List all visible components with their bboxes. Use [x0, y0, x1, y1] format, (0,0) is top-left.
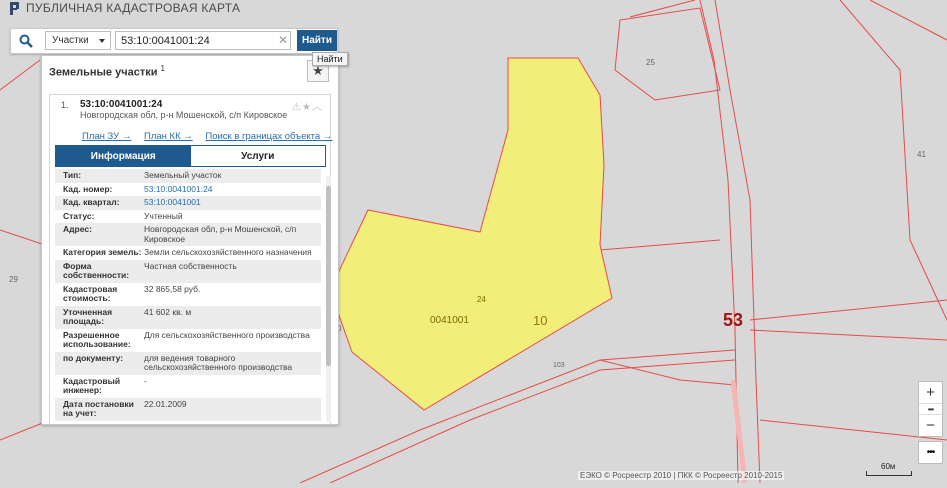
search-input[interactable]	[115, 31, 291, 50]
attribute-row: Статус: Учтенный	[55, 209, 321, 223]
tab-services[interactable]: Услуги	[190, 146, 325, 166]
scrollbar-thumb[interactable]	[326, 186, 331, 366]
attribute-table: Тип: Земельный участок Кад. номер: 53:10:00…	[55, 169, 321, 421]
results-count: 1	[160, 64, 165, 73]
zoom-slider-dots[interactable]: •••	[919, 404, 942, 415]
attribute-value: Частная собственность	[144, 260, 237, 271]
attribute-value: Для сельскохозяйственного производства	[144, 329, 310, 340]
result-index: 1.	[61, 100, 69, 110]
chevron-down-icon	[99, 39, 105, 43]
find-button[interactable]: Найти	[297, 30, 337, 51]
plan-kk-link[interactable]: План КК →	[144, 131, 193, 142]
results-heading-text: Земельные участки	[49, 66, 158, 79]
warning-icon[interactable]: ⚠	[292, 102, 302, 113]
attribute-key: Дата постановки на учет:	[63, 398, 134, 418]
attribute-row: Тип: Земельный участок	[55, 169, 321, 183]
search-icon[interactable]	[11, 29, 41, 53]
attribute-value: Новгородская обл, р-н Мошенской, с/п Кир…	[144, 224, 297, 244]
attribute-key: Кадастровый инженер:	[63, 375, 121, 395]
attribute-key: Статус:	[63, 210, 95, 221]
panel-scrollbar[interactable]	[326, 176, 331, 422]
attribute-value[interactable]: 53:10:0041001	[144, 197, 321, 208]
object-type-select[interactable]: Участки	[45, 31, 111, 50]
attribute-key: по документу:	[63, 352, 124, 363]
parcel-number-label: 24	[477, 295, 486, 304]
star-icon[interactable]: ★	[302, 102, 312, 113]
attribute-row: Кадастровая стоимость: 32 865,58 руб.	[55, 282, 321, 306]
attribute-value: для ведения товарного сельскохозяйственн…	[144, 352, 293, 372]
result-card: 1. 53:10:0041001:24 Новгородская обл, р-…	[49, 94, 332, 424]
more-tools-button[interactable]: •••	[918, 441, 943, 464]
road-label: 103	[553, 362, 565, 369]
attribute-key: Кад. номер:	[63, 183, 113, 194]
map-label-25: 25	[646, 58, 655, 67]
attribute-row: Кадастровый инженер: -	[55, 374, 321, 398]
attribute-value: Земельный участок	[144, 170, 222, 180]
attribute-value: 22.01.2009	[144, 398, 187, 409]
attribute-row: Кад. номер: 53:10:0041001:24	[55, 182, 321, 196]
district-label: 53	[723, 310, 743, 330]
parcel-big-label: 10	[533, 313, 547, 328]
zoom-control: + ••• −	[918, 381, 943, 437]
search-bar: Участки ✕ Найти	[10, 28, 338, 54]
attribute-value: -	[144, 375, 147, 386]
results-panel: Земельные участки 1 ★ 1. 53:10:0041001:2…	[41, 55, 339, 425]
map-label-41: 41	[917, 150, 926, 159]
attribute-row: Кад. квартал: 53:10:0041001	[55, 196, 321, 210]
info-tabs: Информация Услуги	[55, 145, 326, 167]
attribute-value: Земли сельскохозяйственного назначения	[144, 247, 312, 257]
card-actions: ⚠★︿	[292, 98, 323, 113]
attribute-key: Категория земель:	[63, 247, 142, 257]
result-address: Новгородская обл, р-н Мошенской, с/п Кир…	[80, 110, 288, 120]
collapse-icon[interactable]: ︿	[312, 102, 323, 113]
attribute-row: Категория земель: Земли сельскохозяйствен…	[55, 246, 321, 260]
attribute-value[interactable]: 53:10:0041001:24	[144, 184, 321, 195]
zoom-in-button[interactable]: +	[919, 382, 942, 404]
plan-zu-link[interactable]: План ЗУ →	[82, 131, 131, 142]
tab-information[interactable]: Информация	[56, 146, 191, 166]
logo-icon	[10, 2, 19, 15]
results-heading: Земельные участки 1	[49, 64, 165, 79]
attribute-row: Уточненная площадь: 41 602 кв. м	[55, 305, 321, 329]
clear-icon[interactable]: ✕	[278, 33, 288, 47]
attribute-row: Адрес: Новгородская обл, р-н Мошенской, с…	[55, 223, 321, 246]
attribute-key: Уточненная площадь:	[63, 306, 113, 326]
parcel-quarter-label: 0041001	[430, 315, 469, 326]
search-in-bounds-link[interactable]: Поиск в границах объекта →	[205, 131, 332, 142]
attribute-value: 41 602 кв. м	[144, 306, 192, 317]
attribute-row: по документу: для ведения товарного сельс…	[55, 351, 321, 375]
app-title: ПУБЛИЧНАЯ КАДАСТРОВАЯ КАРТА	[26, 1, 241, 15]
map-attribution: ЕЭКО © Росреестр 2010 | ПКК © Росреестр …	[578, 471, 785, 480]
attribute-key: Кад. квартал:	[63, 197, 120, 207]
attribute-key: Форма собственности:	[63, 260, 130, 280]
scale-label: 60м	[881, 462, 896, 471]
result-links: План ЗУ → План КК → Поиск в границах объ…	[82, 131, 338, 142]
attribute-key: Тип:	[63, 170, 82, 180]
map-label-29: 29	[9, 275, 18, 284]
attribute-value: 32 865,58 руб.	[144, 283, 201, 294]
zoom-out-button[interactable]: −	[919, 415, 942, 436]
attribute-row: Форма собственности: Частная собственност…	[55, 259, 321, 283]
attribute-row: Разрешенное использование: Для сельскохоз…	[55, 328, 321, 352]
attribute-key: Разрешенное использование:	[63, 329, 131, 349]
attribute-value: Учтенный	[144, 210, 183, 221]
result-cad-number[interactable]: 53:10:0041001:24	[80, 99, 162, 110]
scale-bar	[866, 471, 912, 476]
attribute-key: Кадастровая стоимость:	[63, 283, 118, 303]
attribute-key: Адрес:	[63, 224, 92, 234]
attribute-row: Дата постановки на учет: 22.01.2009	[55, 397, 321, 421]
object-type-label: Участки	[52, 35, 89, 46]
find-tooltip: Найти	[312, 52, 348, 66]
